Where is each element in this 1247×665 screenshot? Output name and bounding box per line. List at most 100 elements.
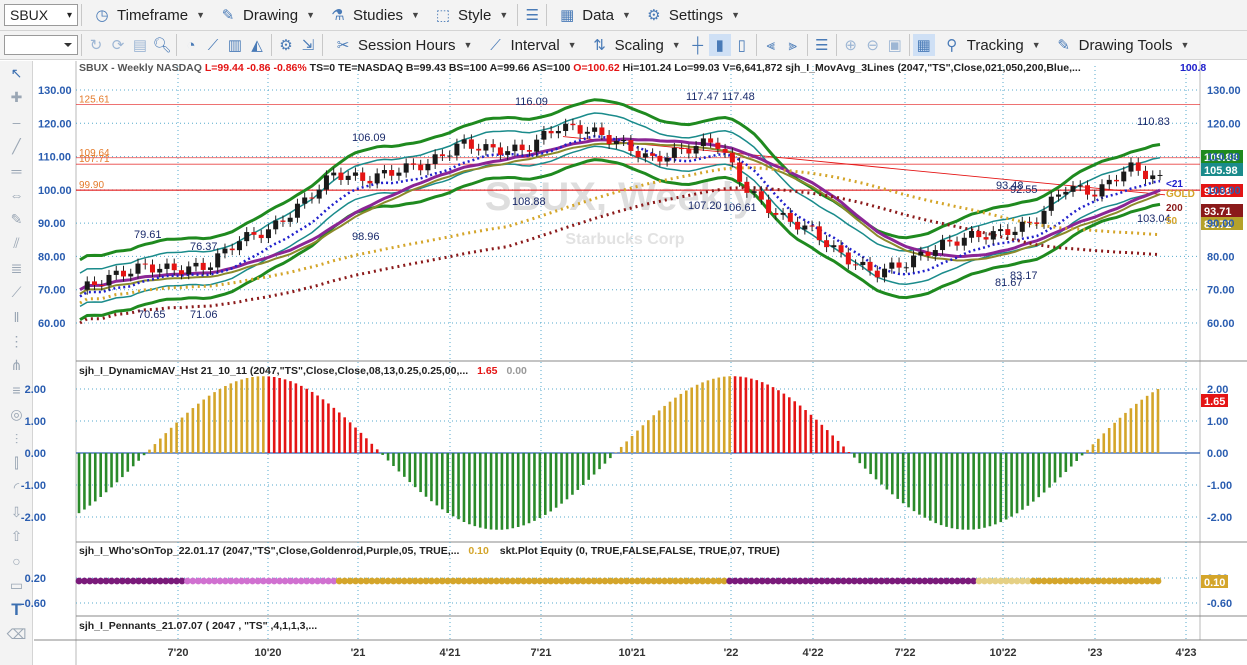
candle-body bbox=[860, 261, 866, 265]
osc-tick-left: 0.00 bbox=[25, 448, 46, 460]
candle-body bbox=[722, 148, 728, 153]
x-tick-label: 4'22 bbox=[803, 647, 824, 659]
y-tick-right: 110.00 bbox=[1207, 152, 1240, 164]
candle-body bbox=[273, 220, 279, 230]
candle-body bbox=[374, 173, 380, 184]
candle-body bbox=[1063, 191, 1069, 195]
candle-body bbox=[628, 140, 634, 152]
price-pane-header: SBUX - Weekly NASDAQ L=99.44 -0.86 -0.86… bbox=[79, 62, 1206, 74]
candle-body bbox=[157, 268, 163, 273]
x-tick-label: 7'20 bbox=[168, 647, 189, 659]
candle-body bbox=[635, 151, 641, 158]
x-tick-label: 4'21 bbox=[440, 647, 461, 659]
candle-body bbox=[280, 220, 286, 222]
osc-tick-right: -2.00 bbox=[1207, 512, 1232, 524]
candle-body bbox=[882, 268, 888, 278]
candle-body bbox=[534, 139, 540, 152]
x-tick-label: 10'22 bbox=[989, 647, 1016, 659]
candle-body bbox=[758, 191, 764, 200]
price-annotation: 71.06 bbox=[190, 309, 218, 321]
y-tick-left: 120.00 bbox=[38, 118, 72, 130]
candle-body bbox=[193, 262, 199, 267]
candle-body bbox=[258, 234, 264, 239]
who-badge-text: 0.10 bbox=[1204, 577, 1225, 589]
candle-body bbox=[831, 245, 837, 248]
candle-body bbox=[555, 130, 561, 134]
candle-body bbox=[1005, 229, 1011, 235]
price-header-chg: -0.86 bbox=[246, 62, 271, 74]
candle-body bbox=[447, 155, 453, 157]
pennant-pane-header: sjh_I_Pennants_21.07.07 ( 2047 , "TS" ,4… bbox=[79, 620, 317, 632]
candle-body bbox=[541, 130, 547, 140]
candle-body bbox=[215, 253, 221, 268]
price-badge-text: 93.71 bbox=[1204, 206, 1232, 218]
y-tick-right: 100.00 bbox=[1207, 185, 1241, 197]
candle-body bbox=[236, 241, 242, 251]
candle-body bbox=[1092, 194, 1098, 197]
y-tick-left: 60.00 bbox=[38, 318, 66, 330]
candle-body bbox=[1019, 221, 1025, 232]
candle-body bbox=[853, 264, 859, 266]
price-annotation: 81.67 bbox=[995, 277, 1023, 289]
who-tick-left: -0.60 bbox=[21, 598, 46, 610]
candle-body bbox=[461, 139, 467, 144]
osc-tick-right: 1.00 bbox=[1207, 416, 1228, 428]
candle-body bbox=[265, 229, 271, 239]
osc-header-text: sjh_I_DynamicMAV_Hst 21_10_11 (2047,"TS"… bbox=[79, 365, 469, 377]
price-header-title: SBUX - Weekly NASDAQ bbox=[79, 62, 202, 74]
candle-body bbox=[990, 231, 996, 240]
candle-body bbox=[700, 138, 706, 147]
candle-body bbox=[1048, 196, 1054, 211]
oscillator-pane: 2.00 2.001.00 1.000.00 0.00-1.00 -1.00-2.00-… bbox=[21, 376, 1232, 530]
candle-body bbox=[505, 151, 511, 155]
osc-tick-left: 2.00 bbox=[25, 384, 46, 396]
candle-body bbox=[396, 172, 402, 176]
price-header-open: O=100.62 bbox=[573, 62, 620, 74]
candle-body bbox=[599, 127, 605, 136]
osc-header-v1: 1.65 bbox=[477, 365, 498, 377]
osc-pane-header: sjh_I_DynamicMAV_Hst 21_10_11 (2047,"TS"… bbox=[79, 365, 527, 377]
candle-body bbox=[497, 147, 503, 155]
candle-body bbox=[780, 212, 786, 215]
candle-body bbox=[294, 203, 300, 218]
candle-body bbox=[693, 146, 699, 154]
x-tick-label: 10'21 bbox=[618, 647, 645, 659]
candle-body bbox=[1085, 185, 1091, 195]
candle-body bbox=[1157, 174, 1163, 176]
candle-body bbox=[309, 197, 315, 199]
candle-body bbox=[998, 229, 1004, 232]
chart-area[interactable]: SBUX, Weekly Starbucks Corp 125.61109.64… bbox=[0, 0, 1247, 665]
candle-body bbox=[106, 274, 112, 286]
osc-tick-left: 1.00 bbox=[25, 416, 46, 428]
price-header-study: Hi=101.24 Lo=99.03 V=6,641,872 sjh_I_Mov… bbox=[622, 62, 1081, 74]
level-label: 107.71 bbox=[79, 154, 110, 165]
price-annotation: 110.83 bbox=[1137, 116, 1170, 128]
osc-tick-right: -1.00 bbox=[1207, 480, 1232, 492]
candle-body bbox=[1070, 186, 1076, 192]
candle-body bbox=[454, 143, 460, 156]
candle-body bbox=[925, 251, 931, 256]
candle-body bbox=[1150, 175, 1156, 180]
price-header-quote: TS=0 TE=NASDAQ B=99.43 BS=100 A=99.66 AS… bbox=[309, 62, 571, 74]
candle-body bbox=[715, 142, 721, 149]
candle-body bbox=[381, 170, 387, 174]
candle-body bbox=[302, 197, 308, 204]
price-annotation: 107.20 bbox=[688, 200, 722, 212]
candle-body bbox=[606, 135, 612, 145]
y-tick-right: 70.00 bbox=[1207, 285, 1235, 297]
candle-body bbox=[838, 245, 844, 253]
candle-body bbox=[403, 163, 409, 173]
candle-body bbox=[940, 239, 946, 251]
price-header-last: L=99.44 bbox=[204, 62, 244, 74]
candle-body bbox=[99, 284, 105, 286]
candle-body bbox=[1099, 184, 1105, 197]
candle-body bbox=[961, 237, 967, 246]
candle-body bbox=[729, 152, 735, 163]
ma-label: 200 bbox=[1166, 203, 1183, 214]
candle-body bbox=[969, 230, 975, 238]
y-tick-right: 130.00 bbox=[1207, 85, 1241, 97]
candle-body bbox=[1056, 194, 1062, 197]
price-badge-text: 105.98 bbox=[1204, 165, 1238, 177]
x-tick-label: 10'20 bbox=[254, 647, 281, 659]
candle-body bbox=[251, 232, 257, 235]
